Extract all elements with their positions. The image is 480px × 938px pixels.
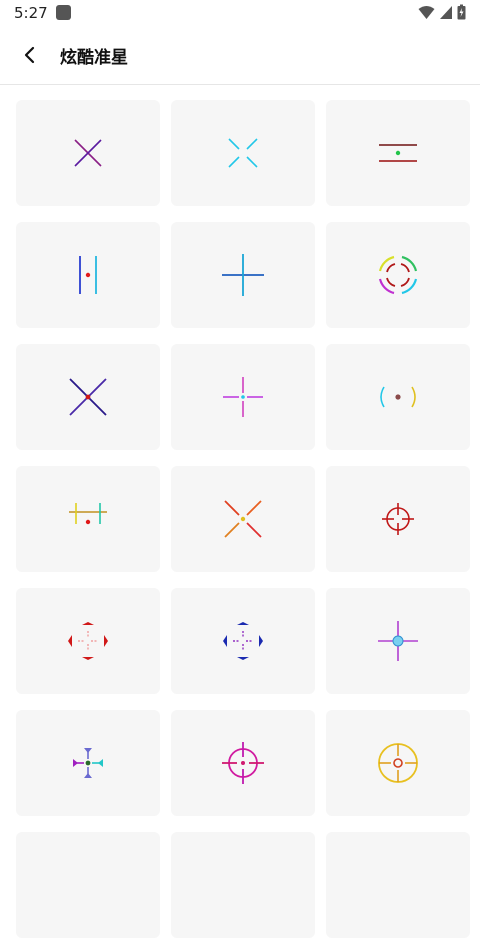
crosshair-tile[interactable] bbox=[326, 100, 470, 206]
crosshair-h-bars-icon bbox=[69, 503, 107, 525]
crosshair-x-cyan-gap-icon bbox=[228, 138, 258, 168]
crosshair-grid bbox=[16, 100, 470, 938]
crosshair-tile[interactable] bbox=[326, 710, 470, 816]
status-time: 5:27 bbox=[14, 4, 48, 22]
crosshair-tile[interactable] bbox=[326, 466, 470, 572]
page-title: 炫酷准星 bbox=[60, 48, 128, 68]
crosshair-x-indigo-icon bbox=[69, 378, 107, 416]
crosshair-tile[interactable] bbox=[16, 588, 160, 694]
crosshair-tile[interactable] bbox=[326, 588, 470, 694]
crosshair-tile[interactable] bbox=[16, 466, 160, 572]
crosshair-tile[interactable] bbox=[171, 710, 315, 816]
battery-charging-icon bbox=[457, 4, 466, 20]
crosshair-brackets-icon bbox=[380, 386, 416, 408]
crosshair-tile[interactable] bbox=[171, 222, 315, 328]
crosshair-tile[interactable] bbox=[16, 100, 160, 206]
crosshair-arrows-multi-icon bbox=[73, 748, 103, 778]
crosshair-tile[interactable] bbox=[326, 222, 470, 328]
crosshair-arrows-blue-icon bbox=[223, 622, 263, 660]
cell-signal-icon bbox=[440, 5, 452, 19]
crosshair-double-line-icon bbox=[379, 144, 417, 162]
crosshair-tile[interactable] bbox=[326, 344, 470, 450]
crosshair-plus-blue-icon bbox=[222, 254, 264, 296]
crosshair-tile[interactable] bbox=[171, 100, 315, 206]
crosshair-tile[interactable] bbox=[16, 222, 160, 328]
crosshair-scope-red-icon bbox=[382, 503, 414, 535]
crosshair-vertical-bars-icon bbox=[79, 256, 97, 294]
crosshair-plus-pink-icon bbox=[223, 377, 263, 417]
crosshair-scope-magenta-icon bbox=[222, 742, 264, 784]
status-icons bbox=[418, 4, 466, 20]
crosshair-plus-circle-icon bbox=[378, 621, 418, 661]
status-bar: 5:27 bbox=[0, 0, 480, 26]
crosshair-tile-partial[interactable] bbox=[326, 832, 470, 938]
crosshair-scope-gold-icon bbox=[378, 743, 418, 783]
crosshair-x-purple-icon bbox=[74, 139, 102, 167]
crosshair-tile-partial[interactable] bbox=[16, 832, 160, 938]
crosshair-arrows-red-icon bbox=[68, 622, 108, 660]
crosshair-tile[interactable] bbox=[171, 588, 315, 694]
crosshair-tile[interactable] bbox=[16, 344, 160, 450]
crosshair-tile[interactable] bbox=[16, 710, 160, 816]
crosshair-dashed-ring-icon bbox=[378, 255, 418, 295]
notification-app-icon bbox=[56, 5, 71, 20]
crosshair-x-orange-icon bbox=[224, 500, 262, 538]
crosshair-tile[interactable] bbox=[171, 344, 315, 450]
crosshair-tile-partial[interactable] bbox=[171, 832, 315, 938]
crosshair-tile[interactable] bbox=[171, 466, 315, 572]
back-button[interactable] bbox=[14, 40, 46, 70]
chevron-left-icon bbox=[24, 46, 35, 64]
wifi-icon bbox=[418, 5, 435, 19]
app-bar: 炫酷准星 bbox=[0, 26, 480, 85]
